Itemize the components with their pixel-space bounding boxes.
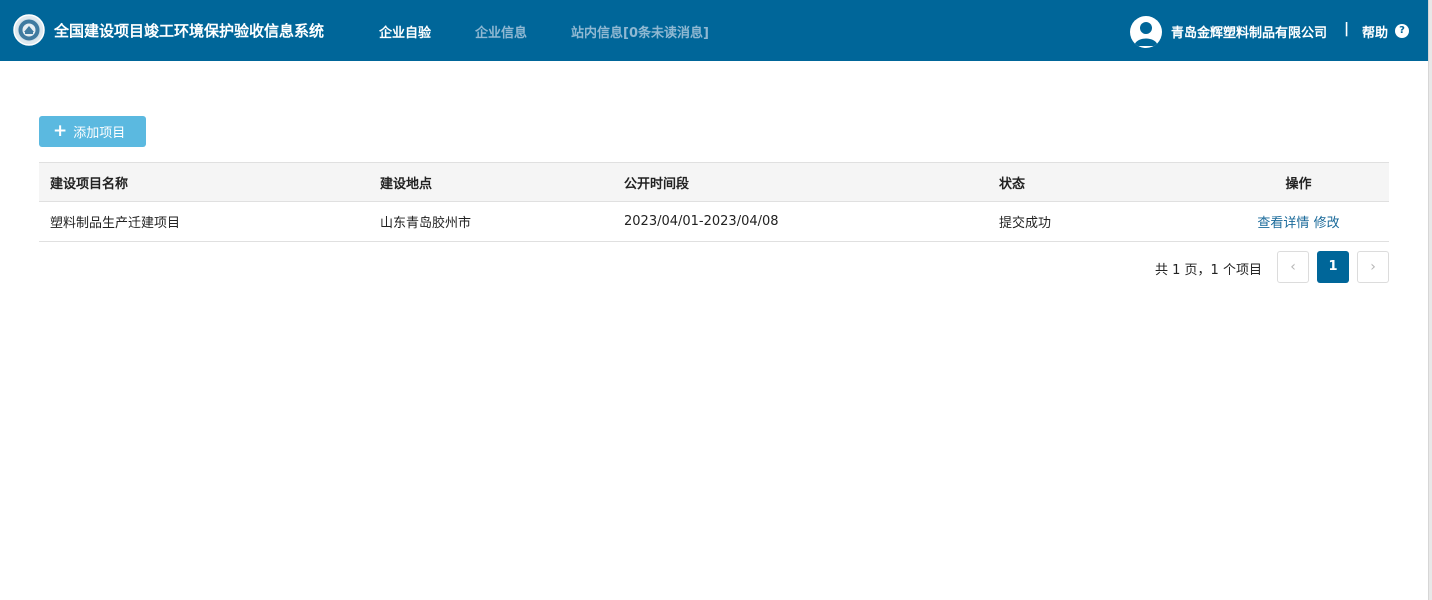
col-status: 状态 xyxy=(988,162,1208,202)
nav-enterprise-info[interactable]: 企业信息 xyxy=(475,22,527,41)
cell-period: 2023/04/01-2023/04/08 xyxy=(613,201,988,242)
cell-actions: 查看详情 修改 xyxy=(1208,201,1389,242)
nav-site-messages[interactable]: 站内信息[0条未读消息] xyxy=(571,22,709,41)
table-header-row: 建设项目名称 建设地点 公开时间段 状态 操作 xyxy=(39,162,1389,202)
top-header: 全国建设项目竣工环境保护验收信息系统 企业自验 企业信息 站内信息[0条未读消息… xyxy=(0,0,1428,61)
help-question-icon[interactable]: ? xyxy=(1395,24,1409,38)
cell-status: 提交成功 xyxy=(988,201,1208,242)
emblem-logo-icon xyxy=(13,14,45,46)
col-location: 建设地点 xyxy=(369,162,613,202)
project-table: 建设项目名称 建设地点 公开时间段 状态 操作 塑料制品生产迁建项目 山东青岛胶… xyxy=(39,162,1389,242)
cell-project-name: 塑料制品生产迁建项目 xyxy=(39,201,369,242)
col-public-period: 公开时间段 xyxy=(613,162,988,202)
add-project-button[interactable]: + 添加项目 xyxy=(39,116,146,147)
window-edge xyxy=(1428,0,1432,600)
edit-link[interactable]: 修改 xyxy=(1314,216,1340,231)
table-row: 塑料制品生产迁建项目 山东青岛胶州市 2023/04/01-2023/04/08… xyxy=(39,201,1389,242)
view-details-link[interactable]: 查看详情 xyxy=(1257,216,1309,231)
prev-page-button[interactable]: ‹ xyxy=(1277,251,1309,283)
next-page-button[interactable]: › xyxy=(1357,251,1389,283)
current-page-button[interactable]: 1 xyxy=(1317,251,1349,283)
company-name[interactable]: 青岛金辉塑料制品有限公司 xyxy=(1171,22,1327,41)
add-project-label: 添加项目 xyxy=(73,126,126,141)
plus-icon: + xyxy=(53,121,68,141)
system-title: 全国建设项目竣工环境保护验收信息系统 xyxy=(54,22,325,40)
user-avatar-icon[interactable] xyxy=(1130,16,1162,48)
col-project-name: 建设项目名称 xyxy=(39,162,369,202)
cell-location: 山东青岛胶州市 xyxy=(369,201,613,242)
header-separator: | xyxy=(1344,21,1350,37)
nav-enterprise-self-check[interactable]: 企业自验 xyxy=(379,22,431,41)
help-link[interactable]: 帮助 xyxy=(1362,22,1388,41)
pagination-summary: 共 1 页，1 个项目 xyxy=(1155,263,1262,278)
col-actions: 操作 xyxy=(1208,162,1389,202)
